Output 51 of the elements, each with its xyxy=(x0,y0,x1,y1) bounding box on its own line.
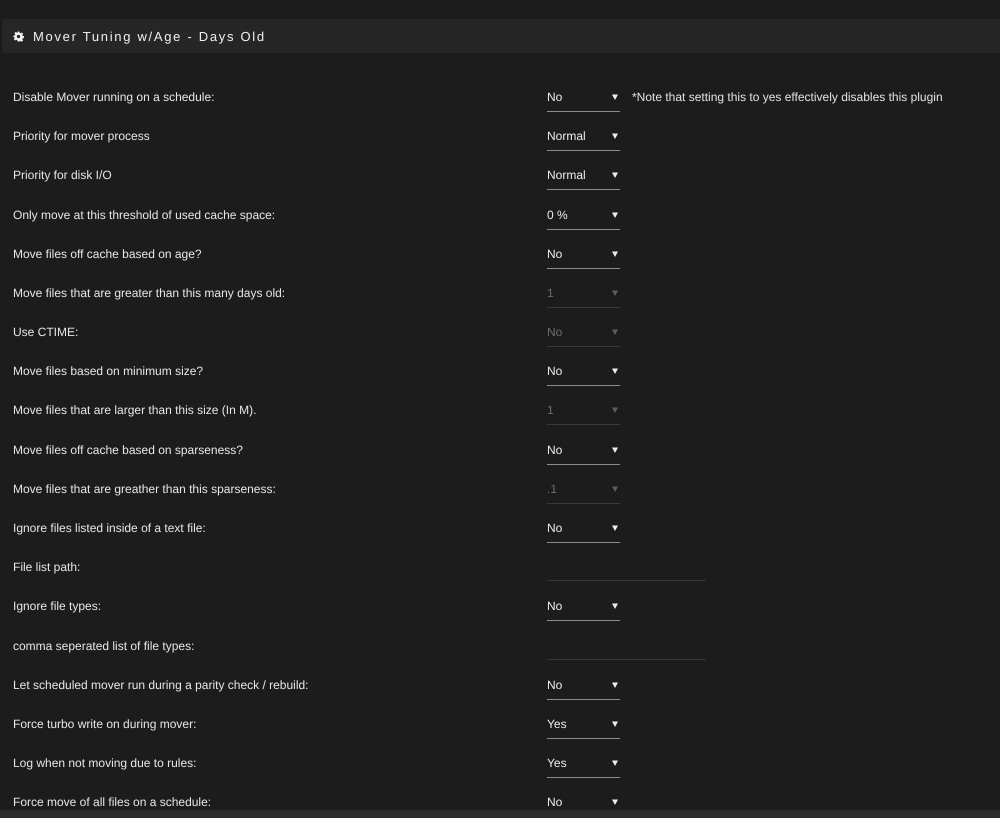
caret-icon xyxy=(612,212,618,218)
setting-label: Use CTIME: xyxy=(13,324,80,340)
setting-label: Ignore files listed inside of a text file: xyxy=(13,520,207,536)
caret-icon xyxy=(612,720,618,727)
caret-icon xyxy=(612,368,618,374)
caret-icon xyxy=(612,250,618,257)
setting-label: Move files off cache based on age? xyxy=(13,246,203,262)
caret-icon xyxy=(612,446,618,453)
setting-label: Force turbo write on during mover: xyxy=(13,716,198,732)
dropdown[interactable]: Normal xyxy=(547,128,620,152)
dropdown[interactable]: No xyxy=(547,246,620,269)
setting-label: Move files that are greater than this many days old: xyxy=(13,284,286,301)
caret-icon xyxy=(612,525,618,532)
setting-label: Disable Mover running on a schedule: xyxy=(13,88,216,105)
section-title: Mover Tuning w/Age - Days Old xyxy=(33,28,266,44)
setting-label: Priority for disk I/O xyxy=(13,167,113,184)
dropdown[interactable]: No xyxy=(547,598,620,622)
dropdown[interactable]: Normal xyxy=(547,167,620,190)
note-text: *Note that setting this to yes effectively disables this plugin xyxy=(632,88,943,105)
caret-icon xyxy=(612,407,618,414)
caret-icon xyxy=(612,760,618,766)
dropdown[interactable]: No xyxy=(547,520,620,544)
setting-label: Move files that are larger than this size (In M). xyxy=(13,402,258,418)
caret-icon xyxy=(612,799,618,806)
dropdown[interactable]: 0 % xyxy=(547,206,620,230)
dropdown[interactable]: No xyxy=(547,676,620,700)
setting-label: Move files based on minimum size? xyxy=(13,363,204,380)
gear-icon xyxy=(13,30,24,42)
dropdown[interactable]: No xyxy=(547,442,620,465)
caret-icon xyxy=(612,290,618,296)
caret-icon xyxy=(612,172,618,178)
caret-icon xyxy=(612,486,618,492)
setting-label: File list path: xyxy=(13,559,82,576)
setting-label: Only move at this threshold of used cache space: xyxy=(13,206,276,223)
caret-icon xyxy=(612,94,618,100)
setting-label: Ignore file types: xyxy=(13,598,102,614)
caret-icon xyxy=(612,329,618,336)
dropdown[interactable]: No xyxy=(547,363,620,386)
caret-icon xyxy=(612,682,618,688)
setting-label: Let scheduled mover run during a parity check / rebuild: xyxy=(13,676,310,693)
setting-label: Move files that are greather than this sparseness: xyxy=(13,480,277,497)
setting-label: Move files off cache based on sparseness? xyxy=(13,442,244,458)
dropdown[interactable]: Yes xyxy=(547,716,620,739)
setting-label: Priority for mover process xyxy=(13,128,151,144)
dropdown[interactable]: No xyxy=(547,88,620,112)
dropdown[interactable]: Yes xyxy=(547,755,620,778)
caret-icon xyxy=(612,603,618,610)
setting-label: Log when not moving due to rules: xyxy=(13,755,198,772)
setting-label: Force move of all files on a schedule: xyxy=(13,794,212,810)
setting-label: comma seperated list of file types: xyxy=(13,638,196,654)
caret-icon xyxy=(612,133,618,140)
